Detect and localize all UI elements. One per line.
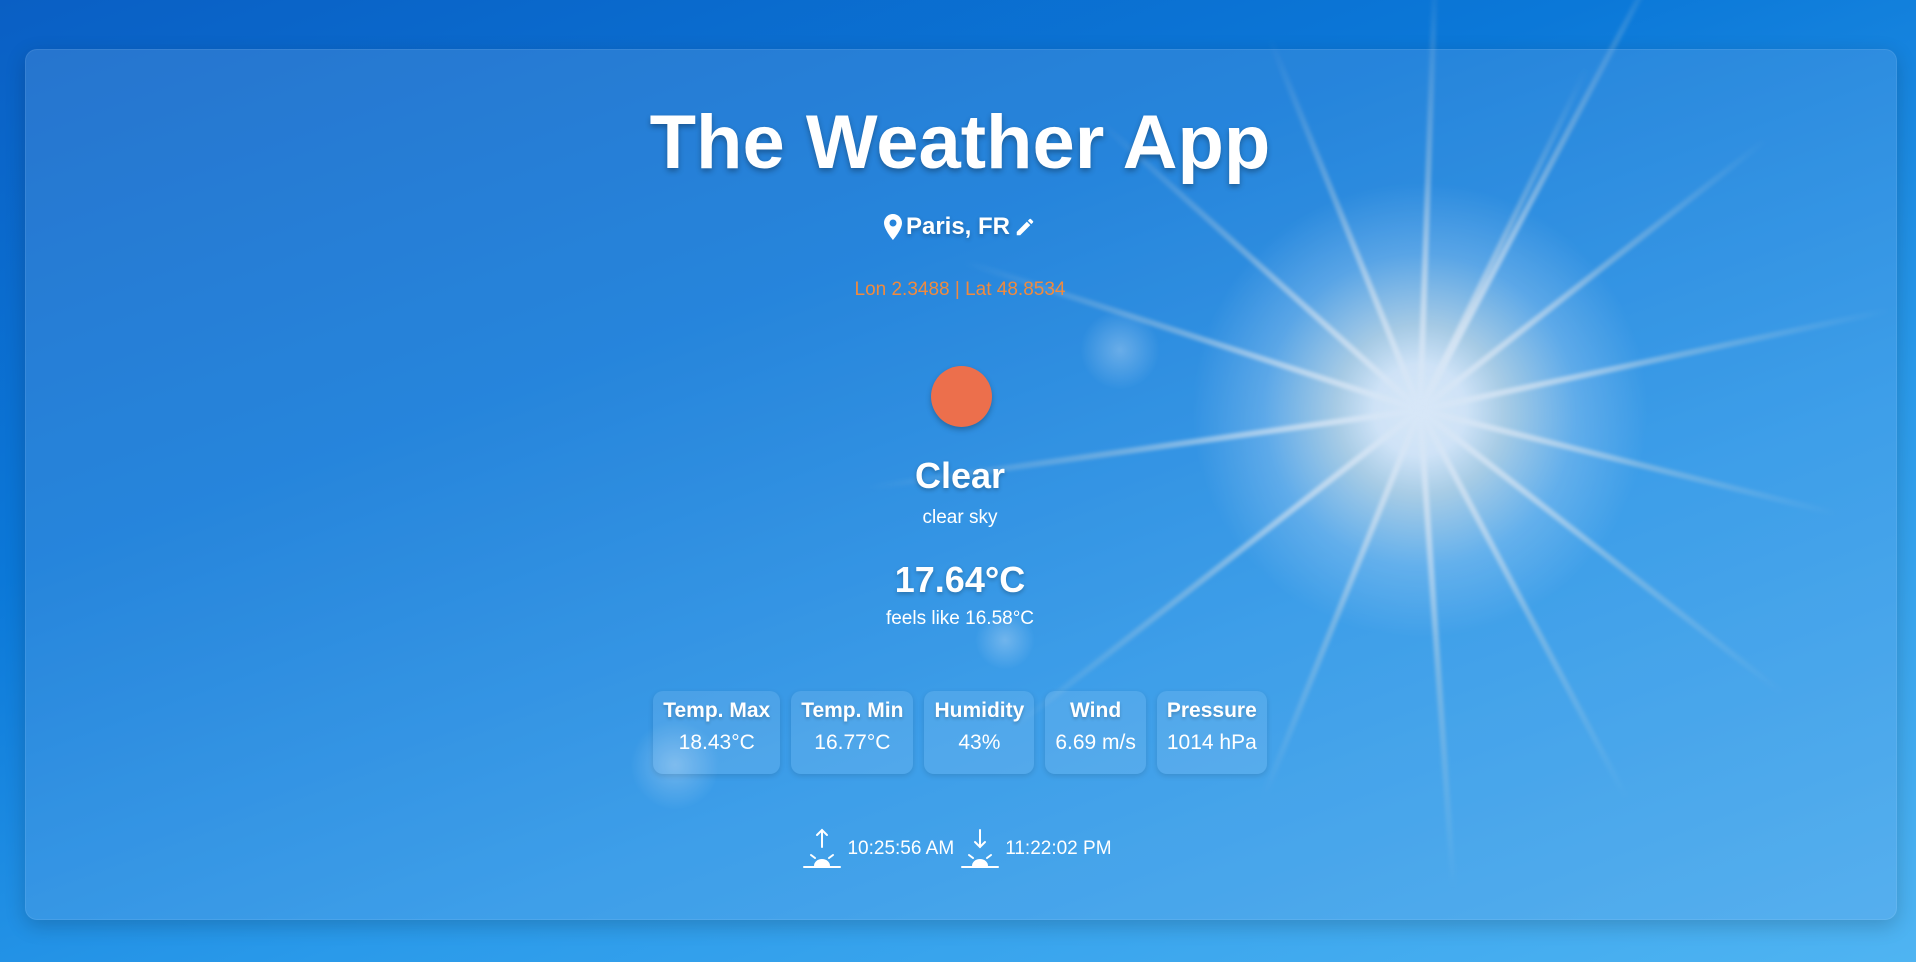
sunrise-icon (802, 827, 842, 871)
stat-label: Pressure (1166, 699, 1257, 722)
stat-wind: Wind 6.69 m/s (1045, 691, 1146, 774)
stat-value: 1014 hPa (1166, 731, 1257, 754)
current-temperature: 17.64°C (894, 559, 1026, 600)
app-title: The Weather App (649, 100, 1271, 185)
sun-times: 10:25:56 AM 11:22:02 PM (25, 827, 1895, 871)
coordinates: Lon 2.3488 | Lat 48.8534 (854, 279, 1066, 300)
weather-content: The Weather App Paris, FR Lon 2.3488 | L… (25, 49, 1895, 918)
stat-value: 18.43°C (678, 731, 755, 754)
sunrise-time: 10:25:56 AM (847, 838, 955, 859)
stat-label: Temp. Max (663, 699, 771, 722)
stat-temp-max: Temp. Max 18.43°C (653, 691, 781, 774)
stat-temp-min: Temp. Min 16.77°C (791, 691, 914, 774)
weather-condition-icon (931, 366, 992, 427)
stat-label: Temp. Min (801, 699, 904, 722)
stat-humidity: Humidity 43% (924, 691, 1035, 774)
sunset-time: 11:22:02 PM (1005, 838, 1112, 859)
feels-like: feels like 16.58°C (885, 608, 1035, 629)
stat-value: 43% (958, 731, 1001, 754)
stats-row: Temp. Max 18.43°C Temp. Min 16.77°C Humi… (25, 691, 1895, 774)
edit-location-icon[interactable] (1014, 216, 1036, 238)
stat-pressure: Pressure 1014 hPa (1156, 691, 1267, 774)
stat-value: 16.77°C (814, 731, 891, 754)
stat-label: Humidity (934, 699, 1025, 722)
condition-description: clear sky (922, 507, 998, 528)
stat-label: Wind (1070, 699, 1122, 722)
location-row: Paris, FR (25, 213, 1895, 241)
location-name: Paris, FR (905, 213, 1011, 240)
stat-value: 6.69 m/s (1055, 731, 1136, 754)
sunset-icon (960, 827, 1000, 871)
map-pin-icon (883, 214, 902, 240)
condition-main: Clear (914, 455, 1006, 496)
